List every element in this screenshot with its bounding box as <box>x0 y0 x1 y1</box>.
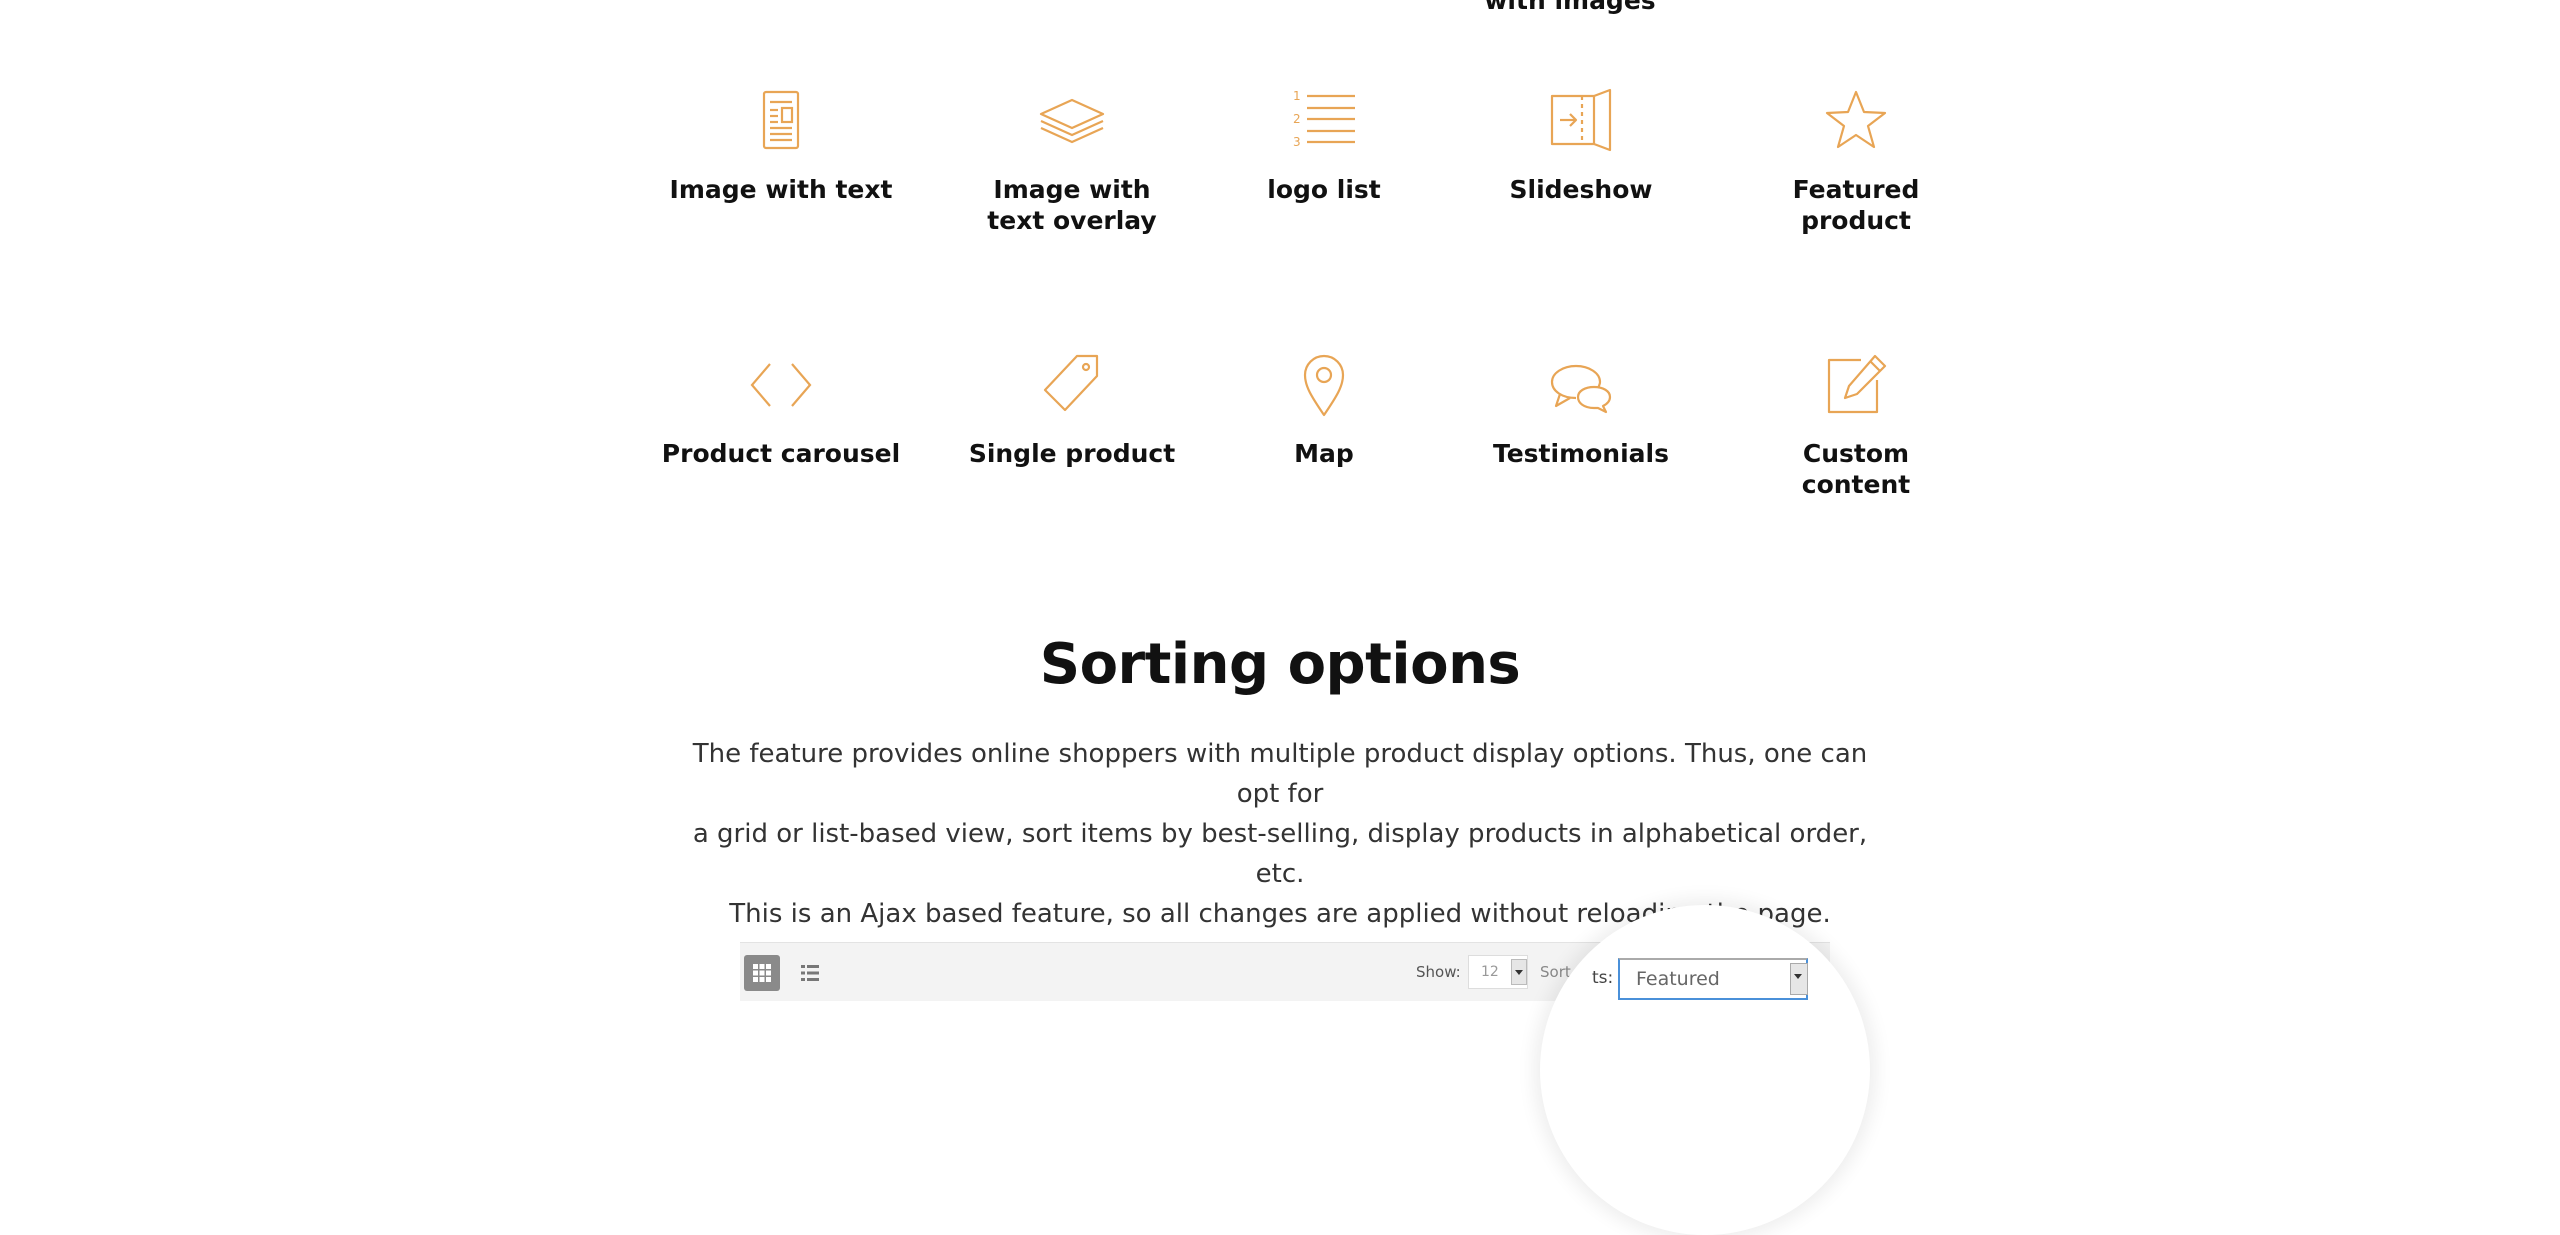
description-line: The feature provides online shoppers wit… <box>692 739 1868 809</box>
chat-bubbles-icon <box>1548 352 1614 418</box>
feature-label: Slideshow <box>1509 175 1653 204</box>
star-icon <box>1823 88 1889 154</box>
chevron-down-icon <box>1790 963 1808 995</box>
feature-label: Testimonials <box>1492 439 1669 468</box>
feature-slideshow: Slideshow <box>1431 88 1731 205</box>
feature-label: Featured product <box>1792 175 1920 235</box>
sort-by-select[interactable]: Featured <box>1618 958 1808 1000</box>
feature-logo-list: 1 2 3 logo list <box>1174 88 1474 205</box>
feature-product-carousel: Product carousel <box>631 352 931 469</box>
feature-label: Product carousel <box>661 439 901 468</box>
numbered-list-icon: 1 2 3 <box>1291 88 1357 154</box>
show-label: Show: <box>1416 963 1461 981</box>
chevron-down-icon <box>1511 959 1527 985</box>
layers-icon <box>1039 88 1105 154</box>
magnifier-lens <box>1540 905 1870 1235</box>
sort-by-value: Featured <box>1636 968 1720 990</box>
show-count-value: 12 <box>1481 964 1499 980</box>
feature-testimonials: Testimonials <box>1431 352 1731 469</box>
feature-image-with-text: Image with text <box>631 88 931 205</box>
section-description: The feature provides online shoppers wit… <box>680 734 1880 934</box>
feature-map: Map <box>1174 352 1474 469</box>
slideshow-icon <box>1548 88 1614 154</box>
document-icon <box>748 88 814 154</box>
grid-view-button[interactable] <box>744 955 780 991</box>
tag-icon <box>1039 352 1105 418</box>
map-pin-icon <box>1291 352 1357 418</box>
feature-label: logo list <box>1267 175 1381 204</box>
section-title: Sorting options <box>1039 632 1521 697</box>
description-line: a grid or list-based view, sort items by… <box>692 819 1868 889</box>
edit-icon <box>1823 352 1889 418</box>
svg-text:2: 2 <box>1293 112 1301 126</box>
feature-custom-content: Custom content <box>1706 352 2006 500</box>
feature-label: Image with text <box>669 175 893 204</box>
section-heading-cut: with images <box>1484 0 1656 15</box>
feature-label: Map <box>1294 439 1354 468</box>
svg-text:1: 1 <box>1293 89 1301 103</box>
code-brackets-icon <box>748 352 814 418</box>
list-view-button[interactable] <box>792 955 828 991</box>
sort-label-magnified: ts: <box>1592 968 1614 988</box>
show-count-select[interactable]: 12 <box>1468 955 1528 989</box>
feature-featured-product: Featured product <box>1706 88 2006 236</box>
feature-label: Custom content <box>1801 439 1911 499</box>
svg-text:3: 3 <box>1293 135 1301 149</box>
